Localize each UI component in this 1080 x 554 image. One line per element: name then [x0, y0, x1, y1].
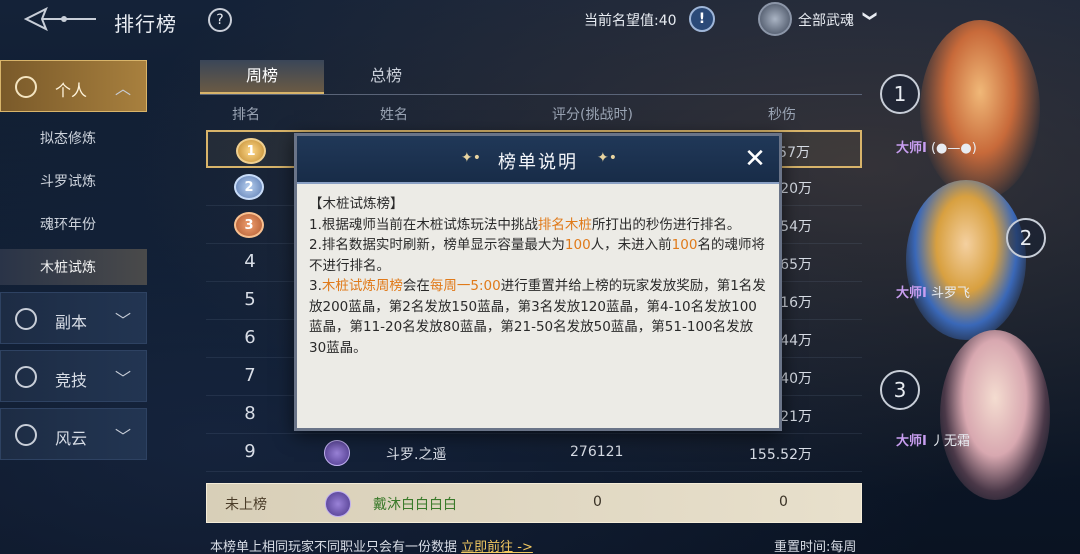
sub-item-label: 拟态修炼 [40, 131, 96, 147]
footer-note-text: 本榜单上相同玩家不同职业只会有一份数据 [210, 540, 458, 554]
top-bar: 排行榜 ? 当前名望值:40 ! 全部武魂 ❯ [0, 0, 1080, 40]
body-rule-2: 2.排名数据实时刷新，榜单显示容量最大为100人，未进入前100名的魂师将不进行… [309, 237, 765, 274]
body-rule-3: 3.木桩试炼周榜会在每周一5:00进行重置并给上榜的玩家发放奖励，第1名发放20… [309, 278, 766, 356]
rank2-tag: 大师Ⅰ 斗罗飞 [896, 282, 970, 301]
column-header-name: 姓名 [380, 107, 408, 123]
avatar[interactable] [325, 491, 351, 517]
avatar[interactable] [324, 440, 350, 466]
rank1-tag: 大师Ⅰ (●—●) [896, 137, 977, 156]
bronze-medal-icon: 3 [234, 212, 264, 238]
close-icon[interactable]: ✕ [741, 146, 769, 174]
ranking-info-dialog: ✦• 榜单说明 ✦• ✕ 【木桩试炼榜】 1.根据魂师当前在木桩试炼玩法中挑战排… [294, 133, 782, 431]
arena-icon [15, 366, 37, 388]
rank1-badge: 1 [880, 74, 920, 114]
row-dps: 54万 [780, 219, 812, 235]
rank1-title: 大师Ⅰ [896, 141, 927, 156]
row-dps: 40万 [780, 371, 812, 387]
tab-divider [200, 94, 862, 95]
column-header-score: 评分(挑战时) [552, 107, 633, 123]
dialog-header: ✦• 榜单说明 ✦• ✕ [297, 136, 779, 184]
self-score: 0 [593, 494, 602, 510]
row-score: 276121 [570, 444, 624, 460]
rank3-title: 大师Ⅰ [896, 434, 927, 449]
sub-item-label: 魂环年份 [40, 217, 96, 233]
row-dps: 155.52万 [749, 447, 812, 463]
row-rank: 4 [244, 251, 256, 272]
silver-medal-icon: 2 [234, 174, 264, 200]
help-icon[interactable]: ? [208, 8, 232, 32]
chevron-down-icon: ﹀ [115, 427, 132, 446]
column-header-rank: 排名 [232, 107, 260, 123]
column-header-dps: 秒伤 [768, 107, 796, 123]
category-dungeon[interactable]: 副本 ﹀ [0, 292, 147, 344]
footer-note: 本榜单上相同玩家不同职业只会有一份数据 立即前往 -> [210, 536, 533, 554]
person-icon [15, 76, 37, 98]
chevron-up-icon: ︿ [115, 79, 132, 98]
rank2-character-portrait[interactable] [906, 180, 1026, 340]
row-rank: 5 [244, 289, 256, 310]
category-label: 个人 [55, 81, 88, 100]
rank3-badge: 3 [880, 370, 920, 410]
row-rank: 6 [244, 327, 256, 348]
body-rule-1: 1.根据魂师当前在木桩试炼玩法中挑战排名木桩所打出的秒伤进行排名。 [309, 216, 741, 233]
row-dps: 57万 [778, 145, 810, 161]
martial-soul-icon[interactable] [758, 2, 792, 36]
self-rank-row[interactable]: 未上榜 戴沐白白白白 0 0 [206, 483, 862, 523]
rank2-name: 斗罗飞 [930, 286, 970, 301]
sub-item-douluo-trial[interactable]: 斗罗试炼 [0, 163, 147, 199]
row-dps: 44万 [780, 333, 812, 349]
row-dps: 21万 [780, 409, 812, 425]
dialog-body: 【木桩试炼榜】 1.根据魂师当前在木桩试炼玩法中挑战排名木桩所打出的秒伤进行排名… [309, 194, 769, 358]
tab-total[interactable]: 总榜 [324, 60, 448, 94]
go-now-link[interactable]: 立即前往 -> [461, 540, 533, 554]
sub-item-stake-trial[interactable]: 木桩试炼 [0, 249, 147, 285]
body-heading: 【木桩试炼榜】 [309, 196, 404, 212]
tab-weekly[interactable]: 周榜 [200, 60, 324, 94]
category-label: 风云 [55, 429, 88, 448]
gold-medal-icon: 1 [236, 138, 266, 164]
self-rank: 未上榜 [225, 497, 267, 513]
back-arrow-icon[interactable] [24, 6, 98, 32]
rank3-tag: 大师Ⅰ 丿无霜 [896, 430, 970, 449]
dialog-title: 榜单说明 [498, 152, 578, 173]
reset-time: 重置时间:每周 [774, 540, 857, 554]
rank1-character-portrait[interactable] [920, 20, 1040, 200]
category-fengyun[interactable]: 风云 ﹀ [0, 408, 147, 460]
martial-soul-filter[interactable]: 全部武魂 [798, 10, 854, 30]
category-label: 竞技 [55, 371, 88, 390]
sub-item-label: 木桩试炼 [40, 260, 96, 276]
dungeon-icon [15, 308, 37, 330]
table-row[interactable]: 9 斗罗.之遥 276121 155.52万 [206, 434, 862, 472]
chevron-down-icon[interactable]: ❯ [862, 10, 878, 22]
self-dps: 0 [779, 494, 788, 510]
info-alert-icon[interactable]: ! [689, 6, 715, 32]
sparkle-icon: ✦• [597, 150, 617, 166]
sub-item-mimic-training[interactable]: 拟态修炼 [0, 120, 147, 156]
row-rank: 7 [244, 365, 256, 386]
self-name: 戴沐白白白白 [373, 497, 457, 513]
row-name: 斗罗.之遥 [386, 447, 447, 463]
category-arena[interactable]: 竞技 ﹀ [0, 350, 147, 402]
star-icon [15, 424, 37, 446]
row-dps: 20万 [780, 181, 812, 197]
chevron-down-icon: ﹀ [115, 369, 132, 388]
chevron-down-icon: ﹀ [115, 311, 132, 330]
rank3-name: 丿无霜 [930, 434, 970, 449]
page-title: 排行榜 [114, 12, 177, 36]
row-dps: 65万 [780, 257, 812, 273]
prestige-value: 当前名望值:40 [584, 13, 677, 29]
sub-item-soul-ring-age[interactable]: 魂环年份 [0, 206, 147, 242]
row-dps: 16万 [780, 295, 812, 311]
rank2-title: 大师Ⅰ [896, 286, 927, 301]
row-rank: 8 [244, 403, 256, 424]
rank3-character-portrait[interactable] [940, 330, 1050, 500]
rank1-name: (●—●) [930, 141, 977, 156]
rank2-badge: 2 [1006, 218, 1046, 258]
category-personal[interactable]: 个人 ︿ [0, 60, 147, 112]
row-rank: 9 [244, 441, 256, 462]
category-label: 副本 [55, 313, 88, 332]
sub-item-label: 斗罗试炼 [40, 174, 96, 190]
